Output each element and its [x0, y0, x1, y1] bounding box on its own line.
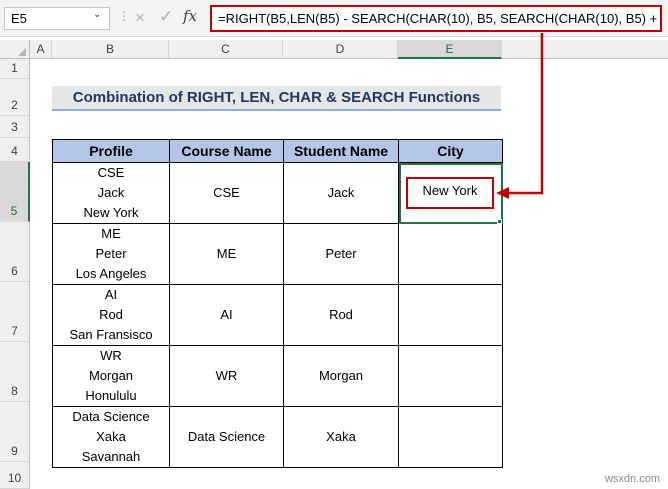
cancel-icon[interactable]: ×: [135, 8, 145, 28]
profile-cell[interactable]: AI Rod San Fransisco: [52, 284, 170, 346]
formula-input[interactable]: =RIGHT(B5,LEN(B5) - SEARCH(CHAR(10), B5,…: [210, 5, 662, 32]
column-header-c[interactable]: C: [169, 40, 283, 59]
row-header-3[interactable]: 3: [0, 116, 30, 138]
header-city[interactable]: City: [398, 139, 503, 163]
row-header-8[interactable]: 8: [0, 342, 30, 402]
profile-cell[interactable]: ME Peter Los Angeles: [52, 223, 170, 285]
profile-line: Savannah: [81, 449, 141, 464]
drag-handle-icon[interactable]: ⋮: [118, 9, 130, 23]
fill-handle[interactable]: [497, 219, 502, 224]
table-row: ME Peter Los Angeles ME Peter: [52, 223, 503, 285]
row-header-4[interactable]: 4: [0, 138, 30, 162]
profile-cell[interactable]: Data Science Xaka Savannah: [52, 406, 170, 468]
table-row: AI Rod San Fransisco AI Rod: [52, 284, 503, 346]
table-header-row: Profile Course Name Student Name City: [52, 139, 503, 163]
profile-line: CSE: [97, 165, 125, 180]
chevron-down-icon[interactable]: ⌄: [93, 9, 101, 20]
profile-line: Rod: [99, 307, 123, 322]
city-cell[interactable]: [398, 345, 503, 407]
row-header-9[interactable]: 9: [0, 402, 30, 462]
student-cell[interactable]: Xaka: [283, 406, 399, 468]
profile-line: Morgan: [88, 368, 134, 383]
column-header-b[interactable]: B: [52, 40, 169, 59]
city-cell[interactable]: [398, 406, 503, 468]
student-cell[interactable]: Jack: [283, 162, 399, 224]
column-header-d[interactable]: D: [283, 40, 398, 59]
profile-line: New York: [83, 205, 139, 220]
column-header-a[interactable]: A: [30, 40, 52, 59]
profile-line: Data Science: [72, 409, 150, 424]
header-profile[interactable]: Profile: [52, 139, 170, 163]
row-header-5[interactable]: 5: [0, 162, 30, 222]
city-result-value[interactable]: New York: [406, 177, 494, 209]
column-header-e[interactable]: E: [398, 40, 502, 59]
table-row: WR Morgan Honululu WR Morgan: [52, 345, 503, 407]
insert-function-icon[interactable]: fx: [183, 7, 197, 25]
profile-cell[interactable]: CSE Jack New York: [52, 162, 170, 224]
row-header-6[interactable]: 6: [0, 222, 30, 282]
profile-cell[interactable]: WR Morgan Honululu: [52, 345, 170, 407]
row-header-1[interactable]: 1: [0, 59, 30, 79]
profile-line: WR: [100, 348, 122, 363]
profile-line: AI: [104, 287, 118, 302]
city-cell[interactable]: [398, 223, 503, 285]
course-cell[interactable]: AI: [169, 284, 284, 346]
profile-line: Peter: [95, 246, 127, 261]
row-header-7[interactable]: 7: [0, 282, 30, 342]
watermark: wsxdn.com: [604, 473, 660, 485]
column-header-empty: [502, 40, 668, 59]
enter-icon[interactable]: ✓: [159, 7, 173, 27]
city-cell[interactable]: [398, 284, 503, 346]
profile-line: ME: [101, 226, 121, 241]
row-header-2[interactable]: 2: [0, 79, 30, 116]
profile-line: Jack: [97, 185, 125, 200]
course-cell[interactable]: CSE: [169, 162, 284, 224]
profile-line: Los Angeles: [75, 266, 147, 281]
row-header-10[interactable]: 10: [0, 462, 30, 489]
sheet-title[interactable]: Combination of RIGHT, LEN, CHAR & SEARCH…: [52, 86, 501, 111]
header-course-name[interactable]: Course Name: [169, 139, 284, 163]
profile-line: Honululu: [85, 388, 137, 403]
profile-line: San Fransisco: [69, 327, 153, 342]
student-cell[interactable]: Rod: [283, 284, 399, 346]
profile-line: Xaka: [96, 429, 126, 444]
course-cell[interactable]: WR: [169, 345, 284, 407]
select-all-icon: [18, 48, 26, 56]
course-cell[interactable]: ME: [169, 223, 284, 285]
course-cell[interactable]: Data Science: [169, 406, 284, 468]
header-student-name[interactable]: Student Name: [283, 139, 399, 163]
table-row: Data Science Xaka Savannah Data Science Xa…: [52, 406, 503, 468]
student-cell[interactable]: Peter: [283, 223, 399, 285]
student-cell[interactable]: Morgan: [283, 345, 399, 407]
